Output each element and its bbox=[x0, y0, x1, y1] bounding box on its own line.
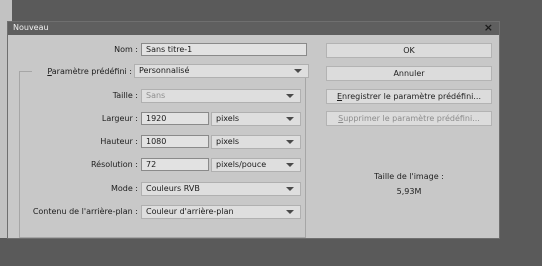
new-document-dialog: Nouveau × Nom : Sans titre-1 Paramètre p… bbox=[7, 21, 500, 239]
resolution-input[interactable]: 72 bbox=[141, 158, 209, 171]
taille-value: Sans bbox=[146, 91, 166, 100]
mode-label: Mode : bbox=[110, 184, 138, 193]
chevron-down-icon bbox=[286, 117, 294, 121]
preset-label: Paramètre prédéfini : bbox=[32, 67, 136, 76]
save-preset-label: nregistrer le paramètre prédéfini... bbox=[342, 92, 481, 101]
image-size-label: Taille de l'image : bbox=[374, 172, 444, 181]
largeur-unit-select[interactable]: pixels bbox=[211, 112, 301, 126]
resolution-unit-select[interactable]: pixels/pouce bbox=[211, 158, 301, 172]
delete-preset-button[interactable]: Supprimer le paramètre prédéfini... bbox=[326, 111, 492, 126]
largeur-label: Largeur : bbox=[101, 114, 138, 123]
background-content-value: Couleur d'arrière-plan bbox=[146, 207, 234, 216]
resolution-label: Résolution : bbox=[90, 160, 138, 169]
mode-value: Couleurs RVB bbox=[146, 184, 200, 193]
background-content-label: Contenu de l'arrière-plan : bbox=[32, 207, 138, 216]
chevron-down-icon bbox=[286, 210, 294, 214]
resolution-unit: pixels/pouce bbox=[216, 160, 267, 169]
preset-value: Personnalisé bbox=[139, 66, 190, 75]
chevron-down-icon bbox=[286, 187, 294, 191]
preset-select[interactable]: Personnalisé bbox=[134, 64, 309, 78]
close-icon[interactable]: × bbox=[484, 21, 493, 34]
background-content-select[interactable]: Couleur d'arrière-plan bbox=[141, 205, 301, 219]
ok-button[interactable]: OK bbox=[326, 43, 492, 58]
taille-label: Taille : bbox=[112, 91, 138, 100]
hauteur-unit-select[interactable]: pixels bbox=[211, 135, 301, 149]
background-bottom bbox=[0, 238, 542, 266]
delete-preset-label: upprimer le paramètre prédéfini... bbox=[343, 114, 480, 123]
taille-select[interactable]: Sans bbox=[141, 89, 301, 103]
hauteur-label: Hauteur : bbox=[100, 137, 138, 146]
cancel-button[interactable]: Annuler bbox=[326, 66, 492, 81]
dialog-title: Nouveau bbox=[13, 23, 49, 32]
hauteur-input[interactable]: 1080 bbox=[141, 135, 209, 148]
chevron-down-icon bbox=[286, 94, 294, 98]
mode-select[interactable]: Couleurs RVB bbox=[141, 182, 301, 196]
nom-input[interactable]: Sans titre-1 bbox=[141, 43, 307, 56]
image-size-value: 5,93M bbox=[396, 187, 422, 196]
save-preset-button[interactable]: Enregistrer le paramètre prédéfini... bbox=[326, 89, 492, 104]
preset-label-text: aramètre prédéfini : bbox=[51, 67, 132, 76]
nom-label: Nom : bbox=[114, 45, 138, 54]
dialog-titlebar[interactable]: Nouveau × bbox=[8, 21, 499, 35]
largeur-unit: pixels bbox=[216, 114, 240, 123]
hauteur-unit: pixels bbox=[216, 137, 240, 146]
chevron-down-icon bbox=[294, 69, 302, 73]
chevron-down-icon bbox=[286, 140, 294, 144]
chevron-down-icon bbox=[286, 163, 294, 167]
largeur-input[interactable]: 1920 bbox=[141, 112, 209, 125]
